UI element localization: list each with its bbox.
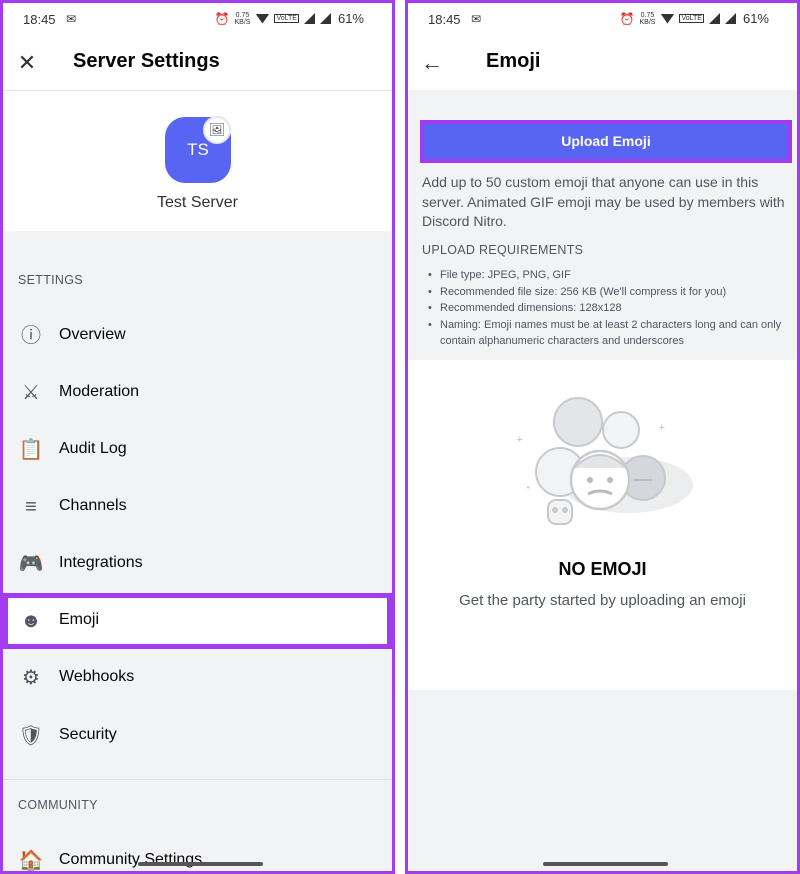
menu-item-label: Community Settings bbox=[59, 851, 203, 868]
signal-icon-2 bbox=[724, 13, 736, 24]
status-time: 18:45 bbox=[428, 12, 461, 27]
page-title: Emoji bbox=[486, 50, 541, 72]
status-icons: ⏰ 0.75 KB/S VoLTE 61% bbox=[620, 11, 769, 26]
menu-item-webhooks[interactable]: ⚙ Webhooks bbox=[3, 650, 392, 706]
status-bar: 18:45 ✉ ⏰ 0.75 KB/S VoLTE 61% bbox=[408, 3, 797, 37]
menu-item-label: Audit Log bbox=[59, 440, 127, 457]
menu-item-label: Moderation bbox=[59, 383, 140, 400]
alarm-icon: ⏰ bbox=[214, 11, 230, 26]
emoji-icon: ☻ bbox=[20, 610, 42, 632]
menu-item-community-settings[interactable]: 🏠 Community Settings bbox=[3, 833, 392, 872]
list-item: Recommended file size: 256 KB (We'll com… bbox=[428, 284, 788, 301]
status-time: 18:45 bbox=[23, 12, 56, 27]
back-arrow-icon[interactable]: ← bbox=[418, 49, 446, 77]
divider bbox=[3, 779, 392, 780]
list-icon: ≡ bbox=[25, 496, 37, 518]
menu-item-emoji[interactable]: ☻ Emoji bbox=[3, 593, 392, 649]
menu-item-audit-log[interactable]: 📋 Audit Log bbox=[3, 422, 392, 478]
menu-item-label: Overview bbox=[59, 326, 126, 343]
svg-text:+: + bbox=[658, 423, 666, 433]
page-title: Server Settings bbox=[73, 50, 220, 72]
status-icons: ⏰ 0.75 KB/S VoLTE 61% bbox=[215, 11, 364, 26]
menu-item-label: Integrations bbox=[59, 554, 143, 571]
gamepad-icon: 🎮 bbox=[18, 553, 44, 575]
alarm-icon: ⏰ bbox=[619, 11, 635, 26]
svg-text:+: + bbox=[516, 435, 524, 445]
gesture-nav-bar[interactable] bbox=[138, 862, 263, 866]
requirements-heading: UPLOAD REQUIREMENTS bbox=[422, 243, 584, 257]
menu-item-security[interactable]: 🛡 Security bbox=[3, 708, 392, 764]
emoji-screen: 18:45 ✉ ⏰ 0.75 KB/S VoLTE 61% ← Emoji Upl… bbox=[405, 0, 800, 874]
network-speed: 0.75 KB/S bbox=[234, 11, 251, 26]
signal-icon-2 bbox=[319, 13, 331, 24]
empty-state-title: NO EMOJI bbox=[558, 559, 647, 579]
menu-item-channels[interactable]: ≡ Channels bbox=[3, 479, 392, 535]
battery-percent: 61% bbox=[742, 11, 769, 26]
server-settings-screen: 18:45 ✉ ⏰ 0.75 KB/S VoLTE 61% ✕ Server Se… bbox=[0, 0, 395, 874]
list-item: File type: JPEG, PNG, GIF bbox=[428, 267, 788, 284]
server-name: Test Server bbox=[157, 194, 238, 211]
menu-item-label: Webhooks bbox=[59, 668, 135, 685]
close-icon[interactable]: ✕ bbox=[13, 49, 41, 77]
network-speed: 0.75 KB/S bbox=[639, 11, 656, 26]
menu-item-overview[interactable]: ⓘ Overview bbox=[3, 308, 392, 364]
menu-item-moderation[interactable]: ⚔ Moderation bbox=[3, 365, 392, 421]
signal-icon bbox=[303, 13, 315, 24]
upload-emoji-button[interactable]: Upload Emoji bbox=[420, 120, 792, 163]
menu-item-label: Emoji bbox=[59, 611, 100, 628]
menu-item-label: Channels bbox=[59, 497, 127, 514]
list-item: Recommended dimensions: 128x128 bbox=[428, 300, 788, 317]
community-heading: COMMUNITY bbox=[18, 798, 98, 812]
add-image-icon[interactable]: 🖼 bbox=[203, 116, 231, 144]
status-bar: 18:45 ✉ ⏰ 0.75 KB/S VoLTE 61% bbox=[3, 3, 392, 37]
shield-server-icon: 🛡 bbox=[18, 725, 44, 747]
swords-icon: ⚔ bbox=[22, 382, 40, 404]
notification-icon: ✉ bbox=[66, 12, 77, 26]
requirements-list: File type: JPEG, PNG, GIF Recommended fi… bbox=[428, 267, 788, 350]
volte-icon: VoLTE bbox=[274, 14, 299, 23]
empty-state: + + • NO EMOJI Get the party started by … bbox=[408, 360, 797, 690]
menu-item-integrations[interactable]: 🎮 Integrations bbox=[3, 536, 392, 592]
wifi-icon bbox=[255, 13, 270, 24]
notification-icon: ✉ bbox=[471, 12, 482, 26]
server-profile: TS 🖼 Test Server bbox=[3, 90, 392, 231]
clipboard-icon: 📋 bbox=[18, 439, 44, 461]
menu-item-label: Security bbox=[59, 726, 117, 743]
empty-state-subtitle: Get the party started by uploading an em… bbox=[459, 592, 746, 609]
community-icon: 🏠 bbox=[18, 850, 44, 872]
gesture-nav-bar[interactable] bbox=[543, 862, 668, 866]
list-item: Naming: Emoji names must be at least 2 c… bbox=[428, 317, 788, 350]
app-bar: ✕ Server Settings bbox=[3, 37, 392, 90]
volte-icon: VoLTE bbox=[679, 14, 704, 23]
battery-percent: 61% bbox=[337, 11, 364, 26]
app-bar: ← Emoji bbox=[408, 37, 797, 90]
webhook-icon: ⚙ bbox=[22, 667, 40, 689]
settings-heading: SETTINGS bbox=[18, 273, 83, 287]
emoji-faces-illustration-icon: + + • bbox=[516, 397, 693, 525]
wifi-icon bbox=[660, 13, 675, 24]
svg-text:•: • bbox=[526, 484, 530, 492]
emoji-description: Add up to 50 custom emoji that anyone ca… bbox=[422, 174, 785, 229]
signal-icon bbox=[708, 13, 720, 24]
info-icon: ⓘ bbox=[21, 325, 41, 347]
